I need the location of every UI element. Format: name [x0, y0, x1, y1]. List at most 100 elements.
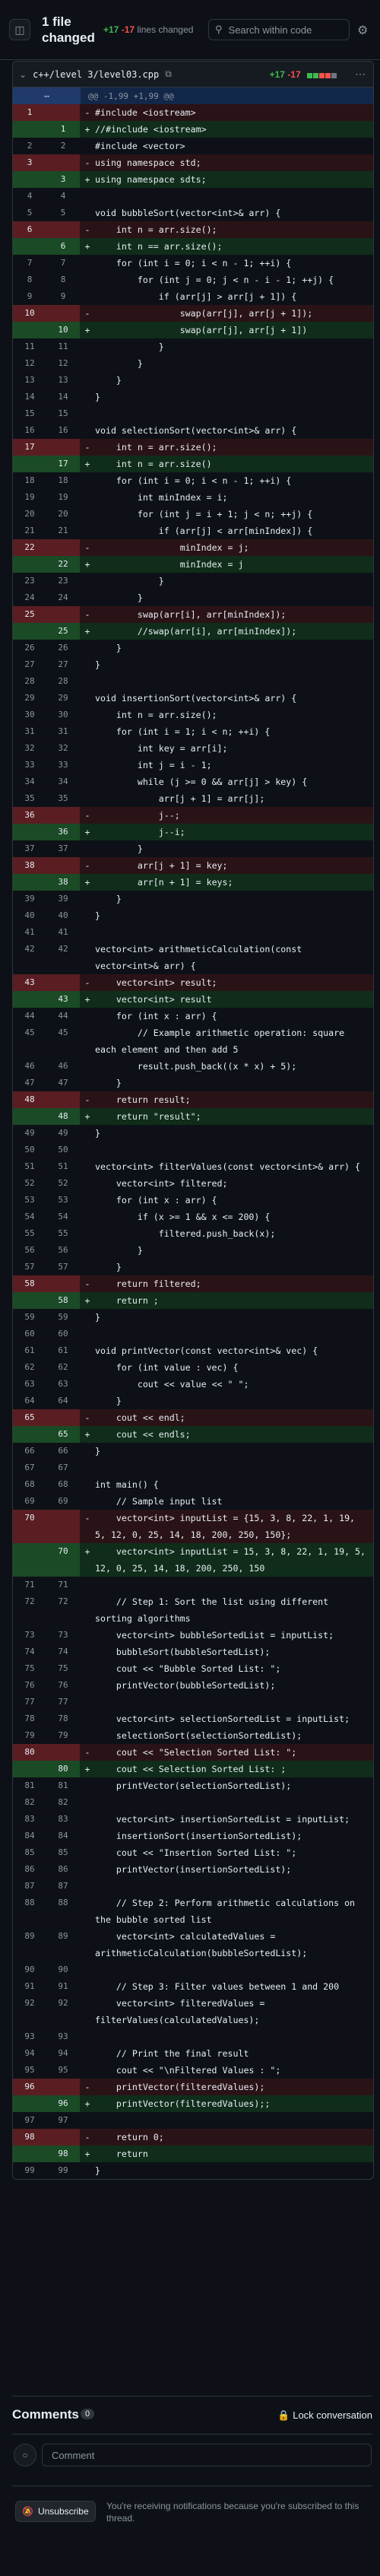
- new-line-number[interactable]: 94: [46, 2045, 80, 2062]
- old-line-number[interactable]: 15: [13, 405, 46, 422]
- old-line-number[interactable]: 59: [13, 1309, 46, 1326]
- new-line-number[interactable]: 18: [46, 472, 80, 489]
- context-line[interactable]: 46 46 result.push_back((x * x) + 5);: [13, 1058, 373, 1075]
- new-line-number[interactable]: 26: [46, 640, 80, 656]
- old-line-number[interactable]: [13, 171, 46, 188]
- new-line-number[interactable]: 45: [46, 1024, 80, 1058]
- new-line-number[interactable]: 27: [46, 656, 80, 673]
- old-line-number[interactable]: 39: [13, 891, 46, 907]
- old-line-number[interactable]: 81: [13, 1777, 46, 1794]
- old-line-number[interactable]: 46: [13, 1058, 46, 1075]
- old-line-number[interactable]: [13, 556, 46, 573]
- deleted-line[interactable]: 48 - return result;: [13, 1091, 373, 1108]
- context-line[interactable]: 73 73 vector<int> bubbleSortedList = inpu…: [13, 1627, 373, 1644]
- deleted-line[interactable]: 6 - int n = arr.size();: [13, 221, 373, 238]
- context-line[interactable]: 52 52 vector<int> filtered;: [13, 1175, 373, 1192]
- added-line[interactable]: 22 + minIndex = j: [13, 556, 373, 573]
- new-line-number[interactable]: 71: [46, 1577, 80, 1593]
- old-line-number[interactable]: 47: [13, 1075, 46, 1091]
- new-line-number[interactable]: 66: [46, 1443, 80, 1460]
- new-line-number[interactable]: 44: [46, 1008, 80, 1024]
- context-line[interactable]: 71 71: [13, 1577, 373, 1593]
- new-line-number[interactable]: 42: [46, 941, 80, 974]
- comment-box[interactable]: [42, 2444, 372, 2466]
- old-line-number[interactable]: 49: [13, 1125, 46, 1142]
- old-line-number[interactable]: 40: [13, 907, 46, 924]
- old-line-number[interactable]: 62: [13, 1359, 46, 1376]
- new-line-number[interactable]: 53: [46, 1192, 80, 1209]
- old-line-number[interactable]: 85: [13, 1844, 46, 1861]
- new-line-number[interactable]: 17: [46, 456, 80, 472]
- context-line[interactable]: 49 49}: [13, 1125, 373, 1142]
- old-line-number[interactable]: [13, 1108, 46, 1125]
- new-line-number[interactable]: 72: [46, 1593, 80, 1627]
- old-line-number[interactable]: 5: [13, 205, 46, 221]
- deleted-line[interactable]: 43 - vector<int> result;: [13, 974, 373, 991]
- old-line-number[interactable]: 95: [13, 2062, 46, 2079]
- context-line[interactable]: 95 95 cout << "\nFiltered Values : ";: [13, 2062, 373, 2079]
- old-line-number[interactable]: 96: [13, 2079, 46, 2095]
- new-line-number[interactable]: 41: [46, 924, 80, 941]
- old-line-number[interactable]: 79: [13, 1727, 46, 1744]
- old-line-number[interactable]: 86: [13, 1861, 46, 1878]
- new-line-number[interactable]: 97: [46, 2112, 80, 2129]
- context-line[interactable]: 42 42 vector<int> arithmeticCalculation(co…: [13, 941, 373, 974]
- new-line-number[interactable]: 90: [46, 1961, 80, 1978]
- deleted-line[interactable]: 70 - vector<int> inputList = {15, 3, 8, 2…: [13, 1510, 373, 1543]
- new-line-number[interactable]: [46, 1744, 80, 1761]
- old-line-number[interactable]: 21: [13, 523, 46, 539]
- new-line-number[interactable]: 13: [46, 372, 80, 389]
- added-line[interactable]: 17 + int n = arr.size(): [13, 456, 373, 472]
- expand-all-button[interactable]: ⋯: [13, 87, 81, 104]
- context-line[interactable]: 15 15: [13, 405, 373, 422]
- context-line[interactable]: 35 35 arr[j + 1] = arr[j];: [13, 790, 373, 807]
- new-line-number[interactable]: 84: [46, 1828, 80, 1844]
- new-line-number[interactable]: 56: [46, 1242, 80, 1259]
- new-line-number[interactable]: [46, 1091, 80, 1108]
- old-line-number[interactable]: 64: [13, 1393, 46, 1409]
- old-line-number[interactable]: [13, 824, 46, 840]
- new-line-number[interactable]: 95: [46, 2062, 80, 2079]
- context-line[interactable]: 11 11 }: [13, 338, 373, 355]
- context-line[interactable]: 68 68 int main() {: [13, 1476, 373, 1493]
- chevron-down-icon[interactable]: ⌄: [19, 69, 27, 80]
- search-input[interactable]: [226, 23, 344, 37]
- old-line-number[interactable]: 41: [13, 924, 46, 941]
- old-line-number[interactable]: 82: [13, 1794, 46, 1811]
- deleted-line[interactable]: 10 - swap(arr[j], arr[j + 1]);: [13, 305, 373, 322]
- new-line-number[interactable]: 74: [46, 1644, 80, 1660]
- old-line-number[interactable]: 84: [13, 1828, 46, 1844]
- added-line[interactable]: 48 + return "result";: [13, 1108, 373, 1125]
- added-line[interactable]: 58 + return ;: [13, 1292, 373, 1309]
- old-line-number[interactable]: 88: [13, 1895, 46, 1928]
- context-line[interactable]: 76 76 printVector(bubbleSortedList);: [13, 1677, 373, 1694]
- old-line-number[interactable]: 74: [13, 1644, 46, 1660]
- new-line-number[interactable]: 88: [46, 1895, 80, 1928]
- new-line-number[interactable]: 64: [46, 1393, 80, 1409]
- context-line[interactable]: 50 50: [13, 1142, 373, 1158]
- new-line-number[interactable]: 16: [46, 422, 80, 439]
- new-line-number[interactable]: 51: [46, 1158, 80, 1175]
- old-line-number[interactable]: 76: [13, 1677, 46, 1694]
- context-line[interactable]: 34 34 while (j >= 0 && arr[j] > key) {: [13, 773, 373, 790]
- context-line[interactable]: 61 61 void printVector(const vector<int>& …: [13, 1342, 373, 1359]
- old-line-number[interactable]: 6: [13, 221, 46, 238]
- context-line[interactable]: 40 40}: [13, 907, 373, 924]
- old-line-number[interactable]: 71: [13, 1577, 46, 1593]
- old-line-number[interactable]: 65: [13, 1409, 46, 1426]
- old-line-number[interactable]: 12: [13, 355, 46, 372]
- new-line-number[interactable]: 25: [46, 623, 80, 640]
- new-line-number[interactable]: 35: [46, 790, 80, 807]
- new-line-number[interactable]: [46, 606, 80, 623]
- old-line-number[interactable]: 99: [13, 2162, 46, 2179]
- context-line[interactable]: 93 93: [13, 2028, 373, 2045]
- context-line[interactable]: 2 2 #include <vector>: [13, 138, 373, 154]
- new-line-number[interactable]: 49: [46, 1125, 80, 1142]
- old-line-number[interactable]: [13, 1543, 46, 1577]
- new-line-number[interactable]: 87: [46, 1878, 80, 1895]
- old-line-number[interactable]: 24: [13, 589, 46, 606]
- context-line[interactable]: 44: [13, 188, 373, 205]
- new-line-number[interactable]: 40: [46, 907, 80, 924]
- old-line-number[interactable]: 8: [13, 272, 46, 288]
- new-line-number[interactable]: [46, 1510, 80, 1543]
